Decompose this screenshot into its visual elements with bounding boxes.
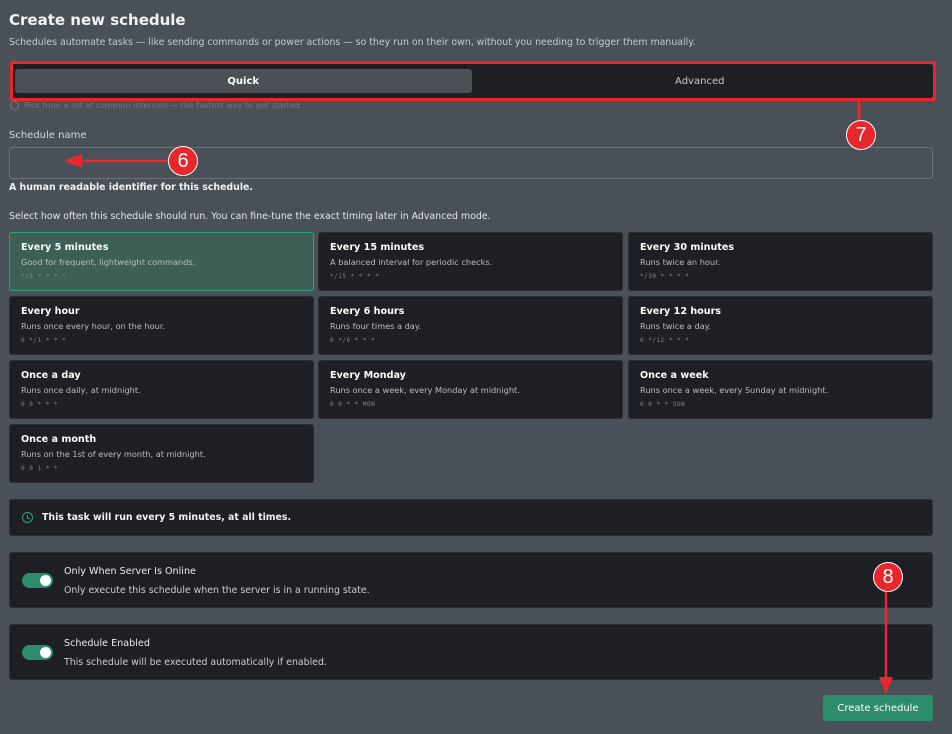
schedule-name-label: Schedule name xyxy=(9,130,87,141)
schedule-enabled-setting: Schedule Enabled This schedule will be e… xyxy=(9,624,933,680)
preset-desc: Runs once a week, every Sunday at midnig… xyxy=(640,385,829,395)
annotation-badge-8: 8 xyxy=(873,562,903,592)
summary-text: This task will run every 5 minutes, at a… xyxy=(42,512,292,523)
mode-hint-text: Pick from a list of common intervals — t… xyxy=(24,101,303,110)
preset-every-15-minutes[interactable]: Every 15 minutes A balanced interval for… xyxy=(318,232,623,291)
preset-desc: A balanced interval for periodic checks. xyxy=(330,257,493,267)
preset-cron: 0 0 * * MON xyxy=(330,401,376,408)
preset-desc: Runs on the 1st of every month, at midni… xyxy=(21,449,206,459)
toggle-desc: Only execute this schedule when the serv… xyxy=(64,585,370,596)
preset-every-12-hours[interactable]: Every 12 hours Runs twice a day. 0 */12 … xyxy=(628,296,933,355)
annotation-badge-7: 7 xyxy=(846,120,876,150)
preset-title: Every 30 minutes xyxy=(640,242,735,253)
toggle-desc: This schedule will be executed automatic… xyxy=(64,657,327,668)
toggle-knob xyxy=(40,575,51,586)
preset-desc: Runs twice a day. xyxy=(640,321,712,331)
preset-every-monday[interactable]: Every Monday Runs once a week, every Mon… xyxy=(318,360,623,419)
preset-title: Once a day xyxy=(21,370,81,381)
preset-every-hour[interactable]: Every hour Runs once every hour, on the … xyxy=(9,296,314,355)
preset-title: Every Monday xyxy=(330,370,406,381)
schedule-enabled-toggle[interactable] xyxy=(22,645,53,660)
preset-title: Every 15 minutes xyxy=(330,242,425,253)
preset-once-a-month[interactable]: Once a month Runs on the 1st of every mo… xyxy=(9,424,314,483)
preset-desc: Runs four times a day. xyxy=(330,321,422,331)
schedule-name-help: A human readable identifier for this sch… xyxy=(9,182,253,193)
clock-icon xyxy=(22,512,33,523)
preset-cron: */30 * * * * xyxy=(640,273,690,280)
preset-every-30-minutes[interactable]: Every 30 minutes Runs twice an hour. */3… xyxy=(628,232,933,291)
schedule-name-input[interactable] xyxy=(9,147,933,179)
preset-desc: Runs once every hour, on the hour. xyxy=(21,321,166,331)
preset-cron: */5 * * * * xyxy=(21,273,67,280)
info-icon xyxy=(10,101,19,110)
frequency-help: Select how often this schedule should ru… xyxy=(9,211,491,222)
preset-once-a-day[interactable]: Once a day Runs once daily, at midnight.… xyxy=(9,360,314,419)
online-only-setting: Only When Server Is Online Only execute … xyxy=(9,552,933,608)
preset-cron: 0 */12 * * * xyxy=(640,337,690,344)
preset-title: Every 5 minutes xyxy=(21,242,109,253)
online-only-toggle[interactable] xyxy=(22,573,53,588)
preset-cron: */15 * * * * xyxy=(330,273,380,280)
tab-advanced[interactable]: Advanced xyxy=(472,69,929,93)
preset-once-a-week[interactable]: Once a week Runs once a week, every Sund… xyxy=(628,360,933,419)
annotation-badge-6: 6 xyxy=(168,146,198,176)
schedule-summary: This task will run every 5 minutes, at a… xyxy=(9,499,933,536)
toggle-knob xyxy=(40,647,51,658)
preset-cron: 0 0 * * * xyxy=(21,401,59,408)
preset-every-5-minutes[interactable]: Every 5 minutes Good for frequent, light… xyxy=(9,232,314,291)
preset-desc: Runs once daily, at midnight. xyxy=(21,385,141,395)
toggle-title: Only When Server Is Online xyxy=(64,566,196,577)
preset-cron: 0 0 * * SUN xyxy=(640,401,686,408)
preset-title: Once a month xyxy=(21,434,97,445)
preset-cron: 0 */6 * * * xyxy=(330,337,376,344)
tab-quick[interactable]: Quick xyxy=(15,69,472,93)
mode-tabs: Quick Advanced xyxy=(10,64,933,98)
preset-cron: 0 */1 * * * xyxy=(21,337,67,344)
preset-every-6-hours[interactable]: Every 6 hours Runs four times a day. 0 *… xyxy=(318,296,623,355)
preset-title: Every 6 hours xyxy=(330,306,405,317)
preset-title: Every 12 hours xyxy=(640,306,722,317)
page-subtitle: Schedules automate tasks — like sending … xyxy=(9,37,696,48)
preset-cron: 0 0 1 * * xyxy=(21,465,59,472)
preset-desc: Runs twice an hour. xyxy=(640,257,721,267)
create-schedule-button[interactable]: Create schedule xyxy=(823,695,933,721)
toggle-title: Schedule Enabled xyxy=(64,638,150,649)
preset-title: Every hour xyxy=(21,306,80,317)
mode-hint: Pick from a list of common intervals — t… xyxy=(10,101,302,110)
preset-desc: Runs once a week, every Monday at midnig… xyxy=(330,385,520,395)
page-title: Create new schedule xyxy=(9,11,186,29)
preset-desc: Good for frequent, lightweight commands. xyxy=(21,257,196,267)
preset-title: Once a week xyxy=(640,370,709,381)
